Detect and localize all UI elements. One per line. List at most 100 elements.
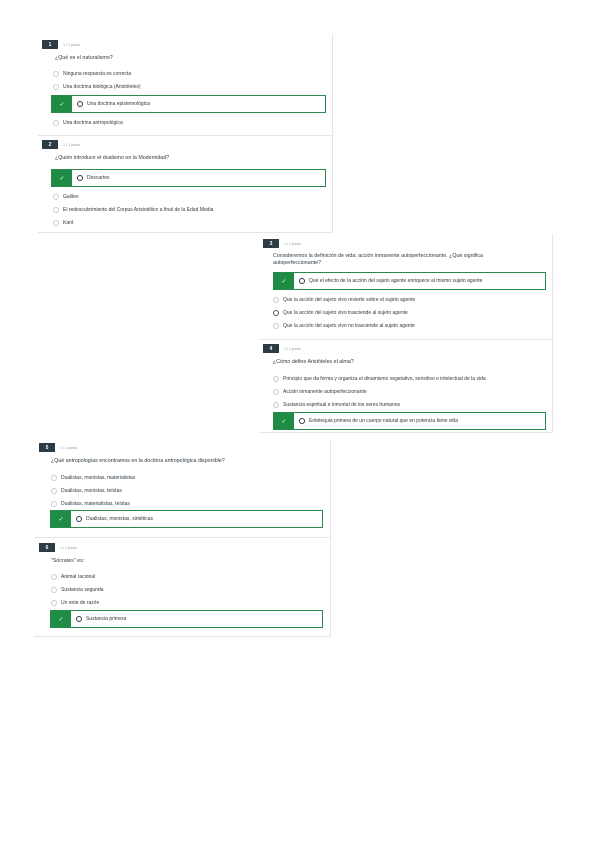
radio-button[interactable] (273, 323, 279, 329)
answer-option[interactable]: Galileo (53, 192, 79, 202)
answer-option[interactable]: Sustancia espiritual e inmortal de los s… (273, 400, 400, 410)
question-divider (259, 339, 552, 340)
answer-label: Kant (63, 220, 74, 226)
answer-label: Que el efecto de la acción del sujeto ag… (309, 278, 483, 284)
question-divider (34, 537, 330, 538)
question-points: 1 / 1 punto (284, 241, 301, 246)
answer-option[interactable]: Que la acción del sujeto vivo no trascie… (273, 321, 415, 331)
radio-button[interactable] (53, 194, 59, 200)
radio-button[interactable] (53, 71, 59, 77)
answer-label: Que la acción del sujeto vivo trasciende… (283, 310, 408, 316)
answer-label: Una doctrina antropológica (63, 120, 123, 126)
question-text: ¿Qué antropologías encontramos en la doc… (51, 458, 225, 464)
selected-radio-button[interactable] (76, 616, 82, 622)
answer-option[interactable]: Un ente de razón (51, 598, 99, 608)
radio-button[interactable] (53, 120, 59, 126)
radio-button[interactable] (273, 297, 279, 303)
question-text: ¿Cómo define Aristóteles el alma? (273, 359, 354, 365)
answer-label: Dualistas, monistas, materialistas (61, 475, 136, 481)
question-header-3: 3 1 / 1 punto (263, 239, 301, 248)
answer-label: El redescubrimiento del Corpus Aristotél… (63, 207, 214, 213)
check-icon: ✓ (51, 511, 71, 527)
answer-label: Acción inmanente autoperfeccionante (283, 389, 367, 395)
correct-answer-option[interactable]: ✓ Entelequia primera de un cuerpo natura… (273, 412, 546, 430)
radio-button[interactable] (51, 488, 57, 494)
answer-label: Dualistas, materialistas, teístas (61, 501, 130, 507)
answer-option[interactable]: Kant (53, 218, 73, 228)
answer-option[interactable]: El redescubrimiento del Corpus Aristotél… (53, 205, 213, 215)
answer-option[interactable]: Sustancia segunda (51, 585, 104, 595)
radio-button[interactable] (51, 600, 57, 606)
answer-option[interactable]: Principio que da forma y organiza el din… (273, 374, 486, 384)
answer-label: Sustancia segunda (61, 587, 104, 593)
question-text: ¿Qué es el naturalismo? (55, 55, 113, 61)
check-icon: ✓ (52, 170, 72, 186)
selected-radio-button[interactable] (299, 278, 305, 284)
radio-button[interactable] (53, 207, 59, 213)
quiz-card-q3-q4: 3 1 / 1 punto Consideremos la definición… (259, 234, 553, 433)
question-text: ¿Quién introduce el dualismo en la Moder… (55, 155, 170, 161)
answer-label: Que la acción del sujeto vivo no trascie… (283, 323, 415, 329)
answer-label: Galileo (63, 194, 79, 200)
question-number-badge: 6 (39, 543, 55, 552)
selected-radio-button[interactable] (77, 101, 83, 107)
answer-option[interactable]: Dualistas, monistas, teístas (51, 486, 122, 496)
correct-answer-option[interactable]: ✓ Que el efecto de la acción del sujeto … (273, 272, 546, 290)
correct-answer-option[interactable]: ✓ Dualistas, monistas, sintéticas (50, 510, 323, 528)
correct-answer-option[interactable]: ✓ Sustancia primera (50, 610, 323, 628)
correct-answer-option[interactable]: ✓ Descartes (51, 169, 326, 187)
radio-button[interactable] (273, 402, 279, 408)
answer-label: Dualistas, monistas, sintéticas (86, 516, 153, 522)
radio-button[interactable] (51, 587, 57, 593)
question-number-badge: 1 (42, 40, 58, 49)
question-header-5: 5 1 / 1 punto (39, 443, 77, 452)
question-points: 1 / 1 punto (63, 142, 80, 147)
answer-option[interactable]: Dualistas, monistas, materialistas (51, 473, 135, 483)
question-divider (38, 135, 332, 136)
radio-button[interactable] (273, 389, 279, 395)
radio-button[interactable] (51, 501, 57, 507)
answer-label: Principio que da forma y organiza el din… (283, 376, 486, 382)
question-number-badge: 2 (42, 140, 58, 149)
answer-option[interactable]: Ninguna respuesta es correcta (53, 69, 131, 79)
question-text: "Sócrates" es: (51, 558, 85, 564)
question-points: 1 / 1 punto (63, 42, 80, 47)
answer-label: Una doctrina epistemológica (87, 101, 151, 107)
answer-label: Que la acción del sujeto vivo revierte s… (283, 297, 416, 303)
question-header-6: 6 1 / 1 punto (39, 543, 77, 552)
quiz-card-q1-q2: 1 1 / 1 punto ¿Qué es el naturalismo? Ni… (38, 34, 333, 233)
answer-label: Un ente de razón (61, 600, 100, 606)
radio-button[interactable] (273, 376, 279, 382)
question-points: 1 / 1 punto (60, 545, 77, 550)
question-number-badge: 4 (263, 344, 279, 353)
radio-button[interactable] (53, 220, 59, 226)
correct-answer-option[interactable]: ✓ Una doctrina epistemológica (51, 95, 326, 113)
radio-button[interactable] (51, 475, 57, 481)
radio-button[interactable] (53, 84, 59, 90)
question-header-2: 2 1 / 1 punto (42, 140, 80, 149)
check-icon: ✓ (51, 611, 71, 627)
answer-label: Una doctrina biológica (Aristóteles) (63, 84, 141, 90)
answer-option[interactable]: Una doctrina antropológica (53, 118, 123, 128)
answer-label: Descartes (87, 175, 110, 181)
answer-label: Sustancia espiritual e inmortal de los s… (283, 402, 401, 408)
quiz-card-q5-q6: 5 1 / 1 punto ¿Qué antropologías encontr… (34, 440, 331, 637)
answer-option[interactable]: Una doctrina biológica (Aristóteles) (53, 82, 141, 92)
check-icon: ✓ (274, 273, 294, 289)
check-icon: ✓ (52, 96, 72, 112)
radio-button[interactable] (51, 574, 57, 580)
answer-option[interactable]: Dualistas, materialistas, teístas (51, 499, 130, 509)
answer-label: Entelequia primera de un cuerpo natural … (309, 418, 458, 424)
answer-option[interactable]: Acción inmanente autoperfeccionante (273, 387, 367, 397)
answer-label: Animal racional (61, 574, 96, 580)
radio-button[interactable] (273, 310, 279, 316)
question-header-1: 1 1 / 1 punto (42, 40, 80, 49)
selected-radio-button[interactable] (77, 175, 83, 181)
selected-radio-button[interactable] (76, 516, 82, 522)
answer-option[interactable]: Animal racional (51, 572, 95, 582)
answer-option[interactable]: Que la acción del sujeto vivo revierte s… (273, 295, 415, 305)
selected-radio-button[interactable] (299, 418, 305, 424)
question-number-badge: 5 (39, 443, 55, 452)
answer-option[interactable]: Que la acción del sujeto vivo trasciende… (273, 308, 408, 318)
answer-label: Sustancia primera (86, 616, 127, 622)
